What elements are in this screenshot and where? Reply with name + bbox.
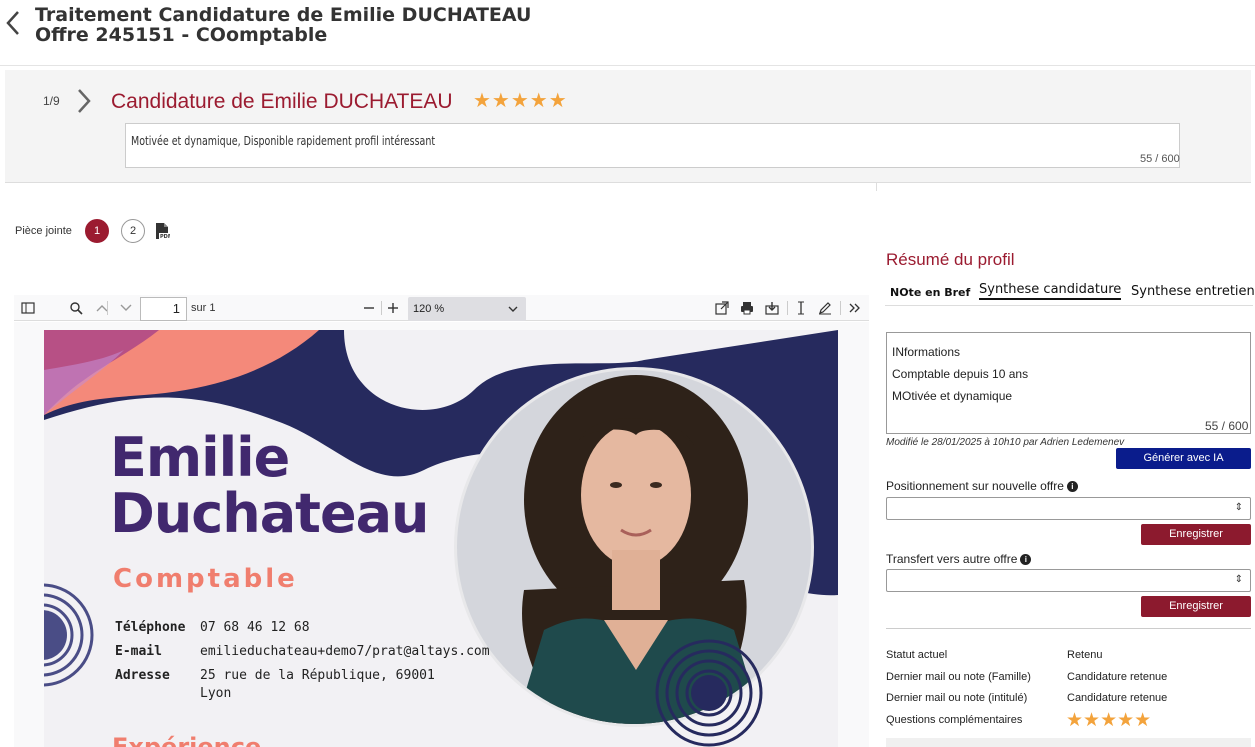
status-value: Candidature retenue <box>1067 692 1168 704</box>
candidate-photo <box>457 370 811 724</box>
positioning-label: Positionnement sur nouvelle offre i <box>886 479 1078 493</box>
synthese-count: 55 / 600 <box>1205 419 1249 433</box>
attachment-2-button[interactable]: 2 <box>121 219 145 243</box>
transfer-select[interactable]: ⇕ <box>886 569 1251 592</box>
select-arrows-icon: ⇕ <box>1234 574 1243 585</box>
positioning-select[interactable]: ⇕ <box>886 497 1251 520</box>
tab-note-en-bref[interactable]: NOte en Bref <box>890 286 970 299</box>
tab-synthese-candidature[interactable]: Synthese candidature <box>979 282 1122 300</box>
candidate-title: Candidature de Emilie DUCHATEAU <box>111 90 453 113</box>
synthese-line: Comptable depuis 10 ans <box>892 367 1029 381</box>
cv-address-line1: 25 rue de la République, 69001 <box>200 668 435 683</box>
status-key: Dernier mail ou note (Famille) <box>886 671 1031 683</box>
cv-section-heading: Expérience <box>112 733 262 747</box>
attachment-1-button[interactable]: 1 <box>85 219 109 243</box>
cv-role: Comptable <box>113 564 298 594</box>
sidebar-icon[interactable] <box>20 300 36 316</box>
zoom-select[interactable]: 120 % <box>408 297 526 321</box>
synthese-line: INformations <box>892 345 961 359</box>
page-title: Traitement Candidature de Emilie DUCHATE… <box>35 5 531 45</box>
cv-phone: 07 68 46 12 68 <box>200 620 310 635</box>
modified-info: Modifié le 28/01/2025 à 10h10 par Adrien… <box>886 437 1125 448</box>
cv-phone-label: Téléphone <box>115 620 186 635</box>
next-candidate-icon[interactable] <box>75 88 93 114</box>
download-icon[interactable] <box>764 300 780 316</box>
section-divider <box>886 628 1251 629</box>
zoom-out-icon[interactable] <box>361 300 377 316</box>
save-transfer-button[interactable]: Enregistrer <box>1141 596 1251 617</box>
page-number-input[interactable]: 1 <box>140 297 187 321</box>
status-key: Questions complémentaires <box>886 714 1023 726</box>
status-value: Retenu <box>1067 649 1103 661</box>
cv-page: Emilie Duchateau Comptable Téléphone 07 … <box>44 330 838 747</box>
more-tools-icon[interactable] <box>847 300 863 316</box>
cv-address-label: Adresse <box>115 668 170 683</box>
search-icon[interactable] <box>68 300 84 316</box>
rating-stars[interactable]: ★★★★★ <box>473 88 568 113</box>
zoom-value: 120 % <box>413 303 445 315</box>
status-key: Dernier mail ou note (intitulé) <box>886 692 1028 704</box>
save-positioning-button[interactable]: Enregistrer <box>1141 524 1251 545</box>
info-icon: i <box>1066 481 1078 492</box>
questions-rating-stars[interactable]: ★★★★★ <box>1066 709 1151 732</box>
back-arrow-icon[interactable] <box>2 8 24 38</box>
zoom-in-icon[interactable] <box>385 300 401 316</box>
cv-name: Emilie Duchateau <box>110 426 429 545</box>
transfer-label: Transfert vers autre offre i <box>886 552 1032 566</box>
profile-summary-title: Résumé du profil <box>886 250 1015 269</box>
synthese-line: MOtivée et dynamique <box>892 389 1013 403</box>
page-title-line2: Offre 245151 - COomptable <box>35 24 328 46</box>
status-key: Statut actuel <box>886 649 948 661</box>
candidate-note-count: 55 / 600 <box>1140 153 1180 165</box>
cv-email: emilieduchateau+demo7/prat@altays.com <box>200 644 490 659</box>
header-divider <box>0 65 1255 66</box>
collapsed-section[interactable] <box>886 738 1251 747</box>
cv-last-name: Duchateau <box>110 482 429 545</box>
candidate-counter: 1/9 <box>43 94 60 108</box>
select-arrows-icon: ⇕ <box>1234 502 1243 513</box>
info-icon: i <box>1020 554 1032 565</box>
chevron-down-icon <box>508 306 518 312</box>
pdf-file-icon[interactable]: PDF <box>154 222 170 240</box>
candidate-note-text: Motivée et dynamique, Disponible rapidem… <box>131 134 436 148</box>
arrow-down-icon[interactable] <box>118 300 134 316</box>
divider <box>876 183 877 191</box>
cv-email-label: E-mail <box>115 644 162 659</box>
attachments-label: Pièce jointe <box>15 225 72 237</box>
page-total: sur 1 <box>191 302 216 314</box>
text-cursor-icon[interactable] <box>793 300 809 316</box>
open-external-icon[interactable] <box>714 300 730 316</box>
page-title-line1: Traitement Candidature de Emilie DUCHATE… <box>35 4 532 26</box>
tabs-divider <box>885 305 1253 306</box>
cv-first-name: Emilie <box>110 426 290 489</box>
tab-synthese-entretien[interactable]: Synthese entretien <box>1131 284 1255 299</box>
print-icon[interactable] <box>739 300 755 316</box>
draw-icon[interactable] <box>817 300 833 316</box>
svg-text:PDF: PDF <box>160 234 170 240</box>
generate-ai-button[interactable]: Générer avec IA <box>1116 448 1251 469</box>
status-value: Candidature retenue <box>1067 671 1168 683</box>
cv-address-line2: Lyon <box>200 686 232 701</box>
